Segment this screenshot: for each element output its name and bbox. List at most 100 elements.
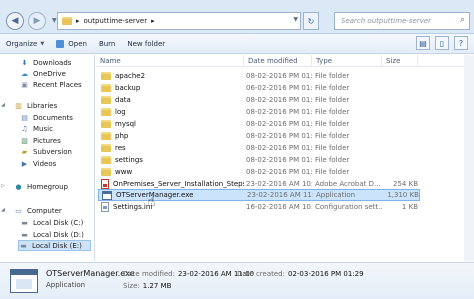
nav-item-computer[interactable]: ▭ Computer	[14, 205, 62, 216]
file-row[interactable]: res 08-02-2016 PM 01:...File folder	[98, 142, 420, 154]
organize-button[interactable]: Organize ▼	[0, 36, 50, 52]
organize-label: Organize	[6, 39, 38, 48]
nav-item-local-disk-e[interactable]: ▬ Local Disk (E:)	[18, 240, 91, 251]
details-label: Size:	[123, 282, 140, 290]
view-options-button[interactable]: ▤	[416, 36, 430, 50]
downloads-icon: ⬇	[21, 58, 28, 67]
file-name: php	[115, 132, 129, 140]
scrollbar[interactable]	[464, 55, 474, 261]
forward-button[interactable]: ▶	[28, 12, 46, 30]
breadcrumb-separator-icon[interactable]: ▸	[151, 17, 155, 25]
nav-item-subversion[interactable]: ▰ Subversion	[20, 146, 72, 157]
file-date: 08-02-2016 PM 01:...	[246, 96, 312, 104]
folder-icon	[101, 144, 111, 152]
nav-item-homegroup[interactable]: ● Homegroup	[14, 181, 68, 192]
file-row[interactable]: www 08-02-2016 PM 01:...File folder	[98, 166, 420, 178]
file-date: 06-02-2016 PM 01:...	[246, 84, 312, 92]
address-dropdown-icon[interactable]: ▼	[293, 16, 298, 23]
file-row[interactable]: log 08-02-2016 PM 01:...File folder	[98, 106, 420, 118]
nav-item-label: Local Disk (C:)	[33, 218, 84, 227]
preview-pane-button[interactable]: ▯	[435, 36, 449, 50]
folder-icon	[101, 132, 111, 140]
file-row[interactable]: settings 08-02-2016 PM 01:...File folder	[98, 154, 420, 166]
expand-icon[interactable]: ▷	[1, 183, 5, 189]
computer-icon: ▭	[15, 206, 22, 215]
nav-item-music[interactable]: ♫ Music	[20, 123, 53, 134]
file-type: Configuration sett...	[315, 203, 382, 211]
burn-button[interactable]: Burn	[93, 36, 121, 52]
recent-pages-dropdown-icon[interactable]: ▼	[52, 17, 57, 24]
breadcrumb-item[interactable]: outputtime-server	[84, 17, 148, 25]
file-date: 23-02-2016 AM 10:...	[246, 180, 312, 188]
file-type: File folder	[315, 168, 350, 176]
nav-item-label: Downloads	[33, 58, 72, 67]
column-header-type[interactable]: Type	[312, 55, 382, 67]
breadcrumb[interactable]: ▸ outputtime-server ▸ ▼	[57, 12, 301, 30]
open-icon	[56, 39, 65, 48]
column-header-size[interactable]: Size	[382, 55, 418, 67]
file-row[interactable]: backup 06-02-2016 PM 01:...File folder	[98, 82, 420, 94]
file-type: Adobe Acrobat D...	[315, 180, 381, 188]
nav-item-onedrive[interactable]: ☁ OneDrive	[20, 68, 66, 79]
refresh-button[interactable]: ↻	[303, 12, 319, 30]
nav-item-label: OneDrive	[33, 69, 66, 78]
file-type: File folder	[315, 84, 350, 92]
file-type: File folder	[315, 120, 350, 128]
details-label: Date created:	[237, 270, 285, 278]
breadcrumb-separator-icon[interactable]: ▸	[76, 17, 80, 25]
column-header-name[interactable]: Name	[96, 55, 244, 67]
file-date: 16-02-2016 AM 10:...	[246, 203, 312, 211]
file-name: OnPremises_Server_Installation_Steps_wi.…	[113, 180, 244, 188]
folder-icon	[101, 168, 111, 176]
nav-item-videos[interactable]: ▶ Videos	[20, 158, 56, 169]
nav-item-local-disk-d[interactable]: ▬ Local Disk (D:)	[20, 229, 84, 240]
file-type: File folder	[315, 132, 350, 140]
new-folder-button[interactable]: New folder	[121, 36, 171, 52]
search-input[interactable]: Search outputtime-server ⌕	[334, 12, 470, 30]
search-icon[interactable]: ⌕	[460, 15, 465, 25]
file-row[interactable]: data 08-02-2016 PM 01:...File folder	[98, 94, 420, 106]
chevron-down-icon: ▼	[40, 40, 45, 47]
nav-item-label: Local Disk (D:)	[33, 230, 84, 239]
file-row[interactable]: mysql 08-02-2016 PM 01:...File folder	[98, 118, 420, 130]
onedrive-icon: ☁	[21, 69, 28, 78]
nav-item-label: Videos	[33, 159, 57, 168]
application-icon	[102, 190, 112, 200]
help-button[interactable]: ?	[454, 36, 468, 50]
address-bar: ◀ ▶ ▼ ▸ outputtime-server ▸ ▼ ↻ Search o…	[0, 0, 474, 34]
collapse-icon[interactable]: ◢	[1, 102, 5, 108]
refresh-icon: ↻	[307, 16, 315, 26]
nav-item-recent-places[interactable]: ▣ Recent Places	[20, 79, 82, 90]
collapse-icon[interactable]: ◢	[1, 207, 5, 213]
file-type: Application	[316, 191, 356, 199]
nav-item-local-disk-c[interactable]: ▬ Local Disk (C:)	[20, 217, 83, 228]
file-date: 08-02-2016 PM 01:...	[246, 72, 312, 80]
column-header-label: Type	[316, 57, 333, 65]
back-button[interactable]: ◀	[6, 12, 24, 30]
file-date: 08-02-2016 PM 01:...	[246, 168, 312, 176]
file-name: data	[115, 96, 131, 104]
nav-item-documents[interactable]: ▤ Documents	[20, 112, 73, 123]
file-type: File folder	[315, 144, 350, 152]
nav-item-pictures[interactable]: ▧ Pictures	[20, 135, 61, 146]
details-date-created: Date created: 02-03-2016 PM 01:29	[237, 270, 364, 278]
file-size: 254 KB	[393, 180, 418, 188]
nav-item-label: Recent Places	[33, 80, 82, 89]
drive-icon: ▬	[21, 230, 28, 239]
file-row[interactable]: apache2 08-02-2016 PM 01:...File folder	[98, 70, 420, 82]
drive-icon: ▬	[21, 218, 28, 227]
videos-icon: ▶	[21, 159, 28, 168]
open-button[interactable]: Open	[50, 36, 93, 52]
column-header-date[interactable]: Date modified	[244, 55, 312, 67]
file-type: File folder	[315, 156, 350, 164]
homegroup-icon: ●	[15, 182, 22, 191]
nav-item-downloads[interactable]: ⬇ Downloads	[20, 57, 72, 68]
file-name: log	[115, 108, 126, 116]
details-date-modified: Date modified: 23-02-2016 AM 11:00	[123, 270, 254, 278]
nav-item-libraries[interactable]: ▥ Libraries	[14, 100, 57, 111]
nav-item-label: Music	[33, 124, 53, 133]
file-row[interactable]: php 08-02-2016 PM 01:...File folder	[98, 130, 420, 142]
file-name: www	[115, 168, 133, 176]
details-value: 02-03-2016 PM 01:29	[287, 270, 364, 278]
column-header-label: Name	[100, 57, 121, 65]
